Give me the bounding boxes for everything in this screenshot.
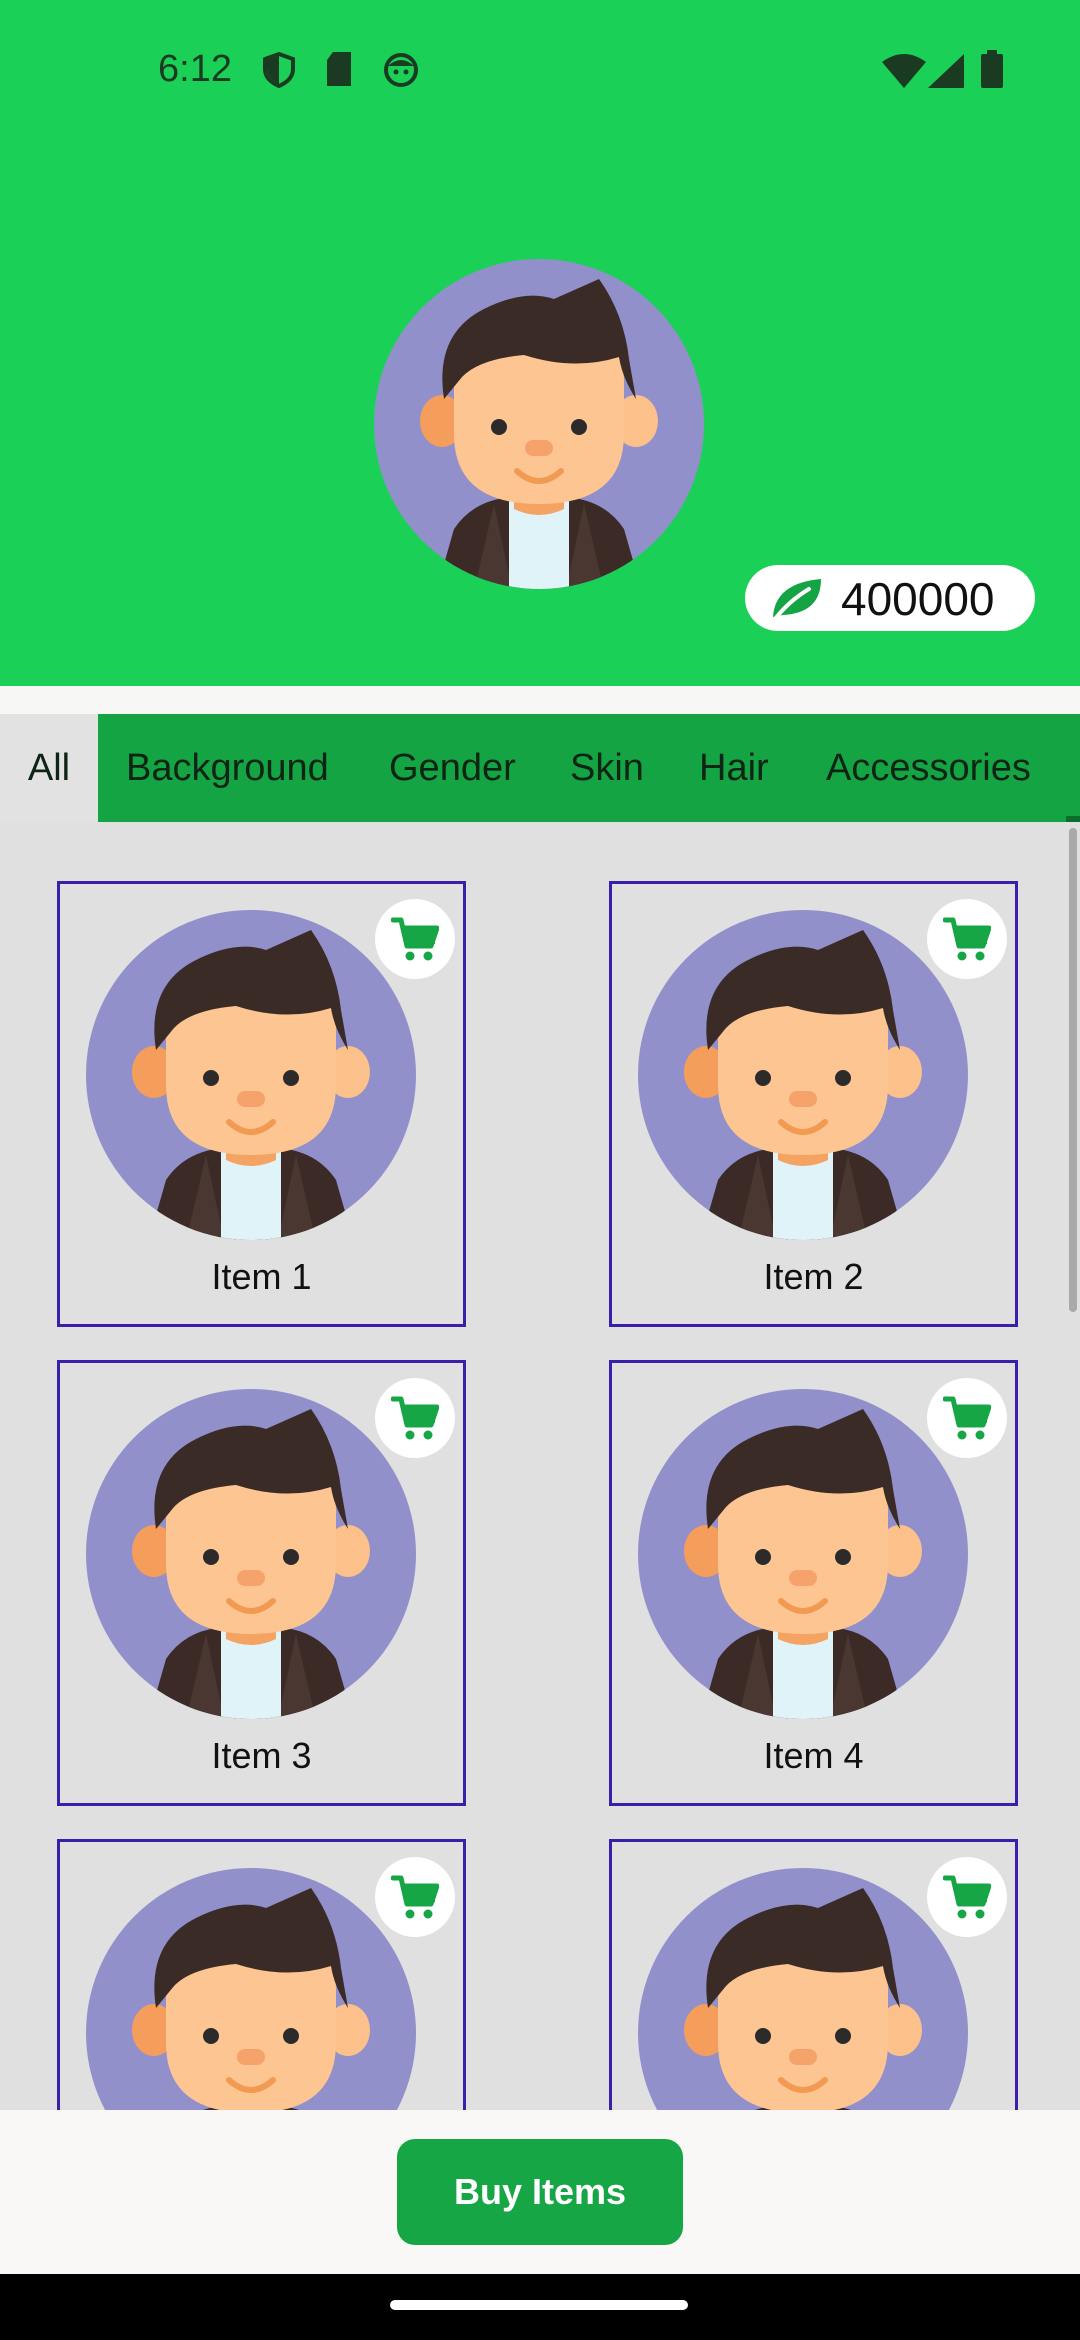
add-to-cart-button[interactable] — [375, 1378, 455, 1458]
add-to-cart-button[interactable] — [375, 899, 455, 979]
status-time: 6:12 — [158, 48, 232, 90]
face-icon — [383, 52, 419, 93]
item-label: Item 4 — [763, 1735, 864, 1776]
tab-background[interactable]: Background — [126, 714, 329, 822]
item-label: Item 2 — [763, 1256, 864, 1297]
status-bar: 6:12 — [0, 0, 1080, 140]
item-thumbnail — [86, 1868, 416, 2110]
profile-avatar — [374, 259, 704, 589]
category-tabs: All Background Gender Skin Hair Accessor… — [0, 714, 1080, 822]
buy-items-button[interactable]: Buy Items — [397, 2139, 683, 2245]
item-label: Item 1 — [211, 1256, 312, 1297]
tab-all[interactable]: All — [0, 714, 98, 822]
tab-hair[interactable]: Hair — [699, 714, 769, 822]
item-card[interactable]: Item 1 — [57, 881, 466, 1327]
item-card[interactable]: Item 3 — [57, 1360, 466, 1806]
tab-gender[interactable]: Gender — [389, 714, 516, 822]
coin-amount: 400000 — [841, 573, 995, 625]
item-thumbnail — [638, 910, 968, 1240]
item-thumbnail — [638, 1868, 968, 2110]
item-thumbnail — [86, 1389, 416, 1719]
item-card[interactable]: Item 4 — [609, 1360, 1018, 1806]
cart-icon — [391, 916, 439, 964]
add-to-cart-button[interactable] — [927, 899, 1007, 979]
signal-icon — [928, 54, 964, 93]
wifi-icon — [882, 54, 926, 93]
item-card[interactable] — [609, 1839, 1018, 2110]
system-nav-bar — [0, 2274, 1080, 2340]
sd-card-icon — [325, 52, 353, 91]
cart-icon — [943, 1874, 991, 1922]
add-to-cart-button[interactable] — [375, 1857, 455, 1937]
battery-icon — [980, 50, 1004, 93]
leaf-icon — [773, 579, 821, 621]
home-gesture-handle[interactable] — [390, 2300, 688, 2310]
profile-header: 6:12 400000 — [0, 0, 1080, 686]
add-to-cart-button[interactable] — [927, 1857, 1007, 1937]
coin-balance: 400000 — [745, 565, 1035, 631]
cart-icon — [391, 1395, 439, 1443]
item-card[interactable]: Item 2 — [609, 881, 1018, 1327]
item-thumbnail — [638, 1389, 968, 1719]
bottom-bar: Buy Items — [0, 2110, 1080, 2274]
cart-icon — [943, 916, 991, 964]
shield-icon — [262, 51, 296, 93]
tab-skin[interactable]: Skin — [570, 714, 644, 822]
items-grid[interactable]: Item 1 Item 2 Item 3 Item 4 — [0, 822, 1080, 2110]
item-card[interactable] — [57, 1839, 466, 2110]
grid-scrollbar[interactable] — [1069, 828, 1077, 1312]
add-to-cart-button[interactable] — [927, 1378, 1007, 1458]
cart-icon — [943, 1395, 991, 1443]
item-label: Item 3 — [211, 1735, 312, 1776]
cart-icon — [391, 1874, 439, 1922]
tab-accessories[interactable]: Accessories — [826, 714, 1031, 822]
item-thumbnail — [86, 910, 416, 1240]
